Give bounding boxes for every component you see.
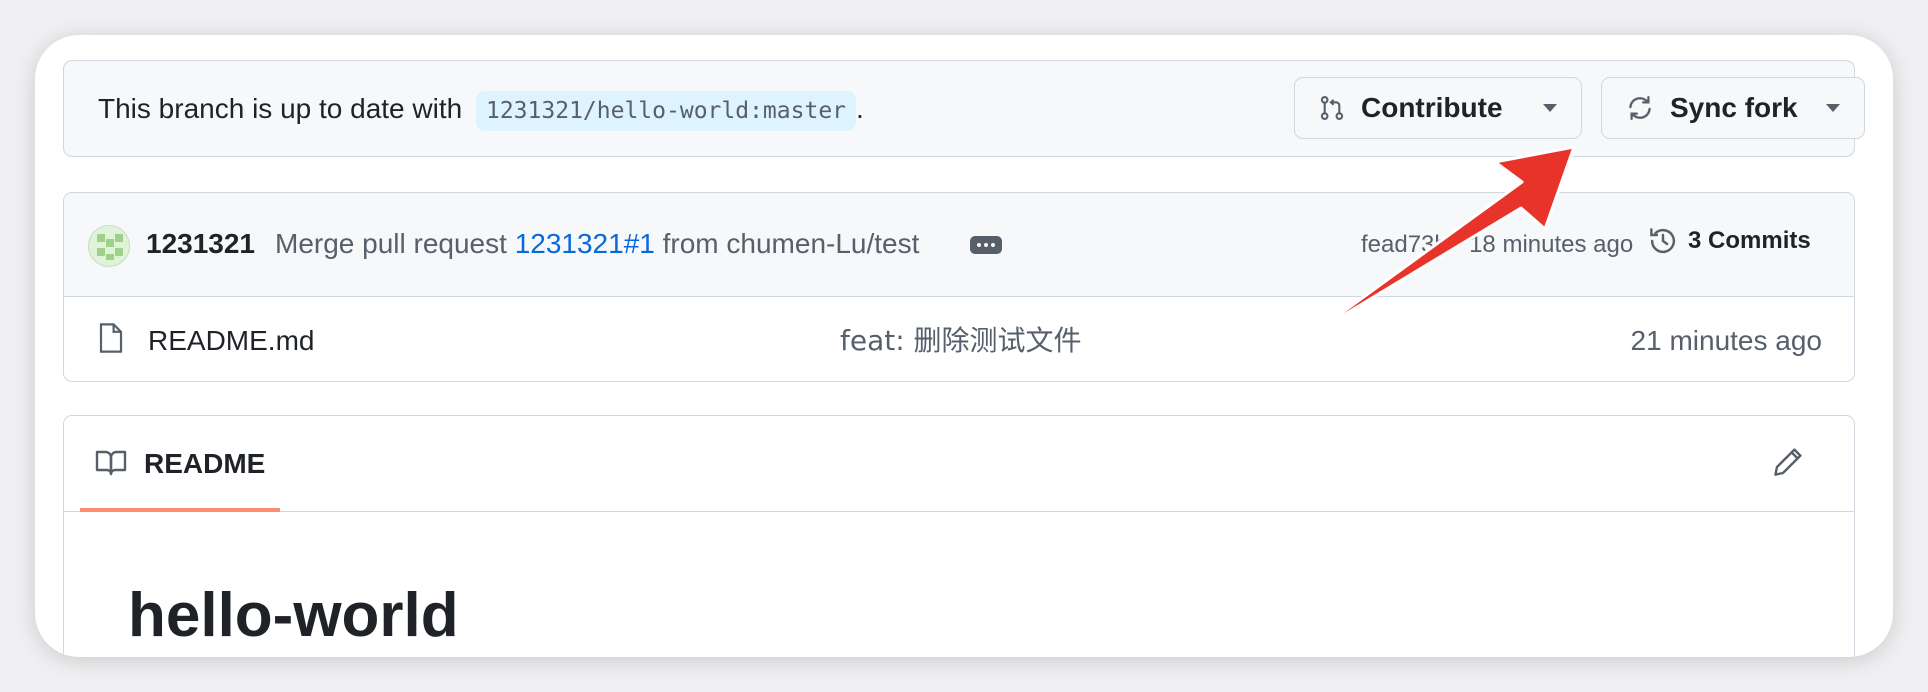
triangle-down-icon	[1826, 104, 1840, 112]
file-updated-time: 21 minutes ago	[1630, 325, 1822, 356]
file-last-commit-message[interactable]: feat: 删除测试文件	[840, 323, 1082, 359]
latest-commit-row: 1231321 Merge pull request 1231321#1 fro…	[64, 193, 1854, 297]
readme-heading: hello-world	[128, 581, 459, 650]
sync-fork-label: Sync fork	[1670, 92, 1798, 123]
branch-status-bar: This branch is up to date with 1231321/h…	[63, 60, 1865, 157]
tab-readme[interactable]: README	[80, 416, 280, 512]
page-card: This branch is up to date with 1231321/h…	[35, 35, 1893, 657]
branch-status-prefix: This branch is up to date with	[98, 93, 463, 124]
branch-status-text: This branch is up to date with 1231321/h…	[98, 91, 864, 131]
contribute-button[interactable]: Contribute	[1294, 77, 1582, 139]
branch-status-suffix: .	[856, 93, 864, 124]
triangle-down-icon	[1543, 104, 1557, 112]
git-pull-request-icon	[1319, 94, 1345, 122]
avatar[interactable]	[88, 225, 130, 267]
commit-message-suffix: from chumen-Lu/test	[662, 228, 920, 259]
sync-icon	[1626, 94, 1654, 122]
kebab-horizontal-icon[interactable]	[970, 236, 1002, 254]
commit-message-prefix: Merge pull request	[275, 228, 507, 259]
commits-count-label: 3 Commits	[1688, 227, 1811, 254]
contribute-label: Contribute	[1361, 92, 1503, 123]
file-browser: 1231321 Merge pull request 1231321#1 fro…	[63, 192, 1855, 382]
history-icon	[1648, 226, 1678, 256]
table-row[interactable]: README.md feat: 删除测试文件 21 minutes ago	[64, 297, 1854, 381]
commit-sha-and-time[interactable]: fead73b · 18 minutes ago	[1361, 229, 1633, 261]
book-icon	[95, 449, 127, 482]
pull-request-link[interactable]: 1231321#1	[515, 228, 655, 259]
file-icon	[98, 322, 124, 359]
readme-tabbar: README	[64, 416, 1854, 512]
sync-fork-button[interactable]: Sync fork	[1601, 77, 1865, 139]
commit-author-link[interactable]: 1231321	[146, 226, 255, 262]
upstream-branch-ref[interactable]: 1231321/hello-world:master	[475, 91, 857, 131]
file-name-link[interactable]: README.md	[148, 323, 314, 359]
readme-panel: README hello-world	[63, 415, 1855, 657]
commits-history-link[interactable]: 3 Commits	[1648, 226, 1811, 256]
commit-message[interactable]: Merge pull request 1231321#1 from chumen…	[275, 226, 919, 262]
pencil-icon[interactable]	[1772, 446, 1804, 483]
readme-tab-label: README	[144, 448, 266, 479]
